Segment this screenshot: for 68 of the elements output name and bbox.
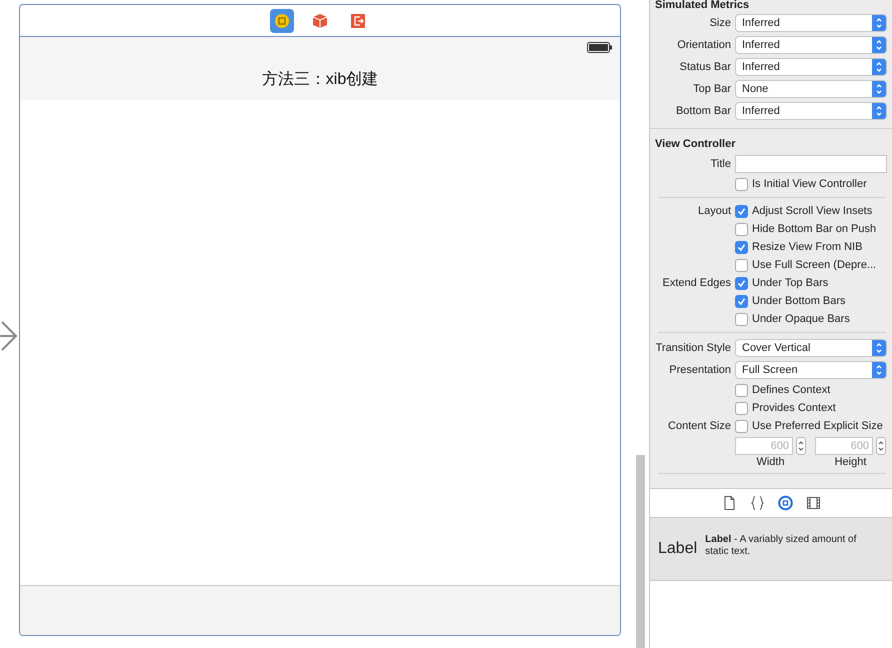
exit-icon (350, 12, 366, 28)
popup-button[interactable]: Inferred (735, 102, 887, 120)
section-header: Simulated Metrics (654, 0, 750, 12)
stepper[interactable] (796, 436, 806, 454)
popup-button[interactable]: Cover Vertical (735, 339, 887, 357)
field-label: Content Size (667, 420, 731, 432)
number-field[interactable]: 600 (815, 436, 873, 454)
section-header: View Controller (654, 137, 736, 152)
checkbox[interactable]: Defines Context (735, 384, 887, 396)
field-label: Orientation (676, 39, 731, 51)
library-tab[interactable] (722, 495, 736, 511)
popup-button[interactable]: Inferred (735, 36, 887, 54)
label-preview: Label (658, 540, 698, 558)
stepper[interactable] (876, 436, 886, 454)
chevron-icon (874, 82, 884, 96)
checkmark-icon (737, 242, 746, 252)
chevron-icon (878, 440, 884, 452)
popup-button[interactable]: Inferred (735, 14, 887, 32)
file-icon (722, 495, 736, 511)
library-tab[interactable] (750, 495, 764, 511)
popup-button[interactable]: Inferred (735, 58, 887, 76)
scrollbar-thumb[interactable] (636, 455, 645, 648)
navigation-title: 方法三：xib创建 (260, 70, 380, 90)
checkmark-icon (737, 206, 746, 216)
checkbox[interactable]: Hide Bottom Bar on Push (735, 222, 887, 236)
item-description: Label - A variably sized amount of static text. (705, 534, 858, 558)
library-item[interactable]: Label Label - A variably sized amount of static text. (650, 518, 892, 581)
chevron-icon (874, 104, 884, 118)
view-controller-icon (274, 12, 290, 28)
popup-button[interactable]: None (735, 80, 887, 98)
field-label: Transition Style (654, 342, 731, 354)
field-label: Top Bar (692, 83, 731, 95)
field-caption: Width (756, 456, 785, 468)
field-label: Title (710, 158, 731, 170)
number-field[interactable]: 600 (735, 436, 793, 454)
field-label: Status Bar (678, 61, 731, 73)
title-field[interactable] (735, 155, 887, 173)
field-label: Extend Edges (662, 277, 731, 289)
checkbox[interactable]: Is Initial View Controller (735, 178, 887, 190)
checkbox[interactable]: Under Opaque Bars (735, 312, 887, 326)
checkbox[interactable]: Adjust Scroll View Insets (735, 204, 887, 218)
chevron-icon (874, 38, 884, 52)
cube-icon (312, 12, 328, 28)
chevron-icon (874, 60, 884, 74)
field-label: Presentation (668, 364, 731, 376)
field-label: Bottom Bar (674, 105, 731, 117)
battery-icon (587, 42, 612, 53)
field-label: Layout (696, 205, 731, 217)
checkbox[interactable]: Under Top Bars (735, 276, 887, 290)
popup-button[interactable]: Full Screen (735, 361, 887, 379)
checkbox[interactable]: Provides Context (735, 402, 887, 414)
library-tab[interactable] (778, 495, 792, 511)
braces-icon (750, 495, 764, 511)
film-icon (806, 495, 820, 511)
chevron-icon (874, 341, 884, 355)
arrow-icon (0, 320, 18, 352)
chevron-icon (798, 440, 804, 452)
library-tab[interactable] (806, 495, 820, 511)
dock-button[interactable] (270, 8, 294, 32)
chevron-icon (874, 16, 884, 30)
checkbox[interactable]: Use Full Screen (Depre... (735, 258, 887, 272)
field-label: Size (708, 17, 731, 29)
chevron-icon (874, 363, 884, 377)
checkbox[interactable]: Resize View From NIB (735, 240, 887, 254)
field-caption: Height (834, 456, 866, 468)
checkbox[interactable]: Use Preferred Explicit Size (735, 420, 887, 432)
object-icon (778, 495, 792, 511)
checkbox[interactable]: Under Bottom Bars (735, 294, 887, 308)
